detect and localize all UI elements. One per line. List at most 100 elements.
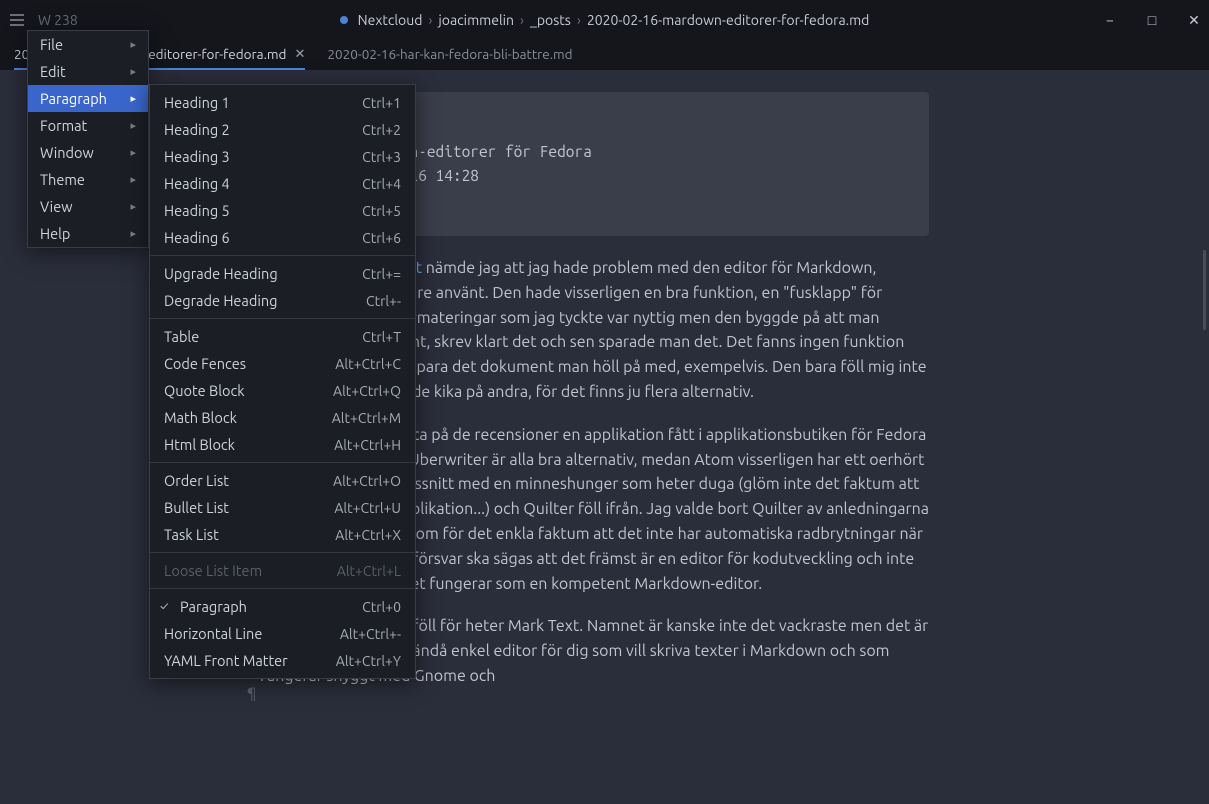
crumb-1[interactable]: joacimmelin: [438, 12, 514, 28]
submenu-item-yaml-front-matter[interactable]: YAML Front Matter Alt+Ctrl+Y: [150, 647, 415, 674]
chevron-right-icon: ▸: [130, 65, 136, 78]
submenu-item-label: Math Block: [164, 409, 237, 426]
submenu-item-label: Heading 3: [164, 148, 230, 165]
window-minimize-button[interactable]: −: [1103, 12, 1117, 28]
menu-item-file[interactable]: File▸: [28, 31, 148, 58]
submenu-item-bullet-list[interactable]: Bullet ListAlt+Ctrl+U: [150, 494, 415, 521]
submenu-item-label: Upgrade Heading: [164, 265, 278, 282]
submenu-item-label: Degrade Heading: [164, 292, 278, 309]
chevron-right-icon: ▸: [130, 200, 136, 213]
menu-item-edit[interactable]: Edit ▸: [28, 58, 148, 85]
menu-item-paragraph[interactable]: Paragraph▸: [28, 85, 148, 112]
submenu-item-table[interactable]: TableCtrl+T: [150, 323, 415, 350]
menu-separator: [150, 462, 415, 463]
submenu-item-label: Html Block: [164, 436, 235, 453]
word-count: W 238: [38, 12, 78, 28]
tab-bar: 2020-02-16-mardown-editorer-for-fedora.m…: [0, 40, 1209, 70]
shortcut-label: Alt+Ctrl+H: [334, 437, 401, 453]
main-menu: File▸Edit▸Paragraph▸Format▸Window▸Theme▸…: [27, 30, 149, 248]
submenu-item-heading-6[interactable]: Heading 6 Ctrl+6: [150, 224, 415, 251]
shortcut-label: Alt+Ctrl+L: [337, 563, 401, 579]
menu-separator: [150, 552, 415, 553]
submenu-item-label: Heading 6: [164, 229, 230, 246]
submenu-item-order-list[interactable]: Order ListAlt+Ctrl+O: [150, 467, 415, 494]
menu-item-label: View: [40, 198, 72, 215]
window-close-button[interactable]: ✕: [1187, 12, 1201, 29]
chevron-right-icon: ▸: [130, 227, 136, 240]
submenu-item-quote-block[interactable]: Quote BlockAlt+Ctrl+Q: [150, 377, 415, 404]
submenu-item-label: YAML Front Matter: [164, 652, 288, 669]
submenu-item-heading-4[interactable]: Heading 4 Ctrl+4: [150, 170, 415, 197]
tab-1[interactable]: 2020-02-16-har-kan-fedora-bli-battre.md: [327, 40, 572, 70]
chevron-right-icon: ▸: [130, 119, 136, 132]
submenu-item-upgrade-heading[interactable]: Upgrade Heading Ctrl+=: [150, 260, 415, 287]
shortcut-label: Alt+Ctrl+C: [335, 356, 401, 372]
shortcut-label: Ctrl+2: [362, 122, 401, 138]
shortcut-label: Alt+Ctrl+X: [335, 527, 401, 543]
shortcut-label: Alt+Ctrl+Y: [336, 653, 401, 669]
menu-item-theme[interactable]: Theme▸: [28, 166, 148, 193]
shortcut-label: Alt+Ctrl+-: [340, 626, 401, 642]
submenu-item-degrade-heading[interactable]: Degrade Heading Ctrl+-: [150, 287, 415, 314]
menu-item-window[interactable]: Window ▸: [28, 139, 148, 166]
chevron-right-icon: ▸: [130, 146, 136, 159]
titlebar: W 238 Nextcloud › joacimmelin › _posts ›…: [0, 0, 1209, 40]
submenu-item-label: Heading 5: [164, 202, 230, 219]
crumb-0[interactable]: Nextcloud: [358, 12, 423, 28]
menu-item-help[interactable]: Help ▸: [28, 220, 148, 247]
submenu-item-heading-2[interactable]: Heading 2 Ctrl+2: [150, 116, 415, 143]
close-icon[interactable]: ✕: [294, 47, 305, 62]
submenu-item-heading-5[interactable]: Heading 5 Ctrl+5: [150, 197, 415, 224]
menu-item-label: Format: [40, 117, 87, 134]
menu-separator: [150, 318, 415, 319]
shortcut-label: Ctrl+-: [366, 293, 401, 309]
submenu-item-task-list[interactable]: Task List Alt+Ctrl+X: [150, 521, 415, 548]
shortcut-label: Ctrl+6: [362, 230, 401, 246]
crumb-3[interactable]: 2020-02-16-mardown-editorer-for-fedora.m…: [587, 12, 870, 28]
submenu-item-label: Task List: [164, 526, 219, 543]
shortcut-label: Ctrl+3: [362, 149, 401, 165]
menu-item-label: Edit: [40, 63, 66, 80]
chevron-right-icon: ▸: [130, 38, 136, 51]
menu-item-format[interactable]: Format ▸: [28, 112, 148, 139]
submenu-item-label: Loose List Item: [164, 562, 262, 579]
submenu-item-code-fences[interactable]: Code Fences Alt+Ctrl+C: [150, 350, 415, 377]
submenu-item-heading-1[interactable]: Heading 1Ctrl+1: [150, 89, 415, 116]
submenu-item-label: Heading 4: [164, 175, 230, 192]
paragraph-submenu: Heading 1Ctrl+1 Heading 2 Ctrl+2 Heading 3 C…: [149, 84, 416, 679]
shortcut-label: Alt+Ctrl+U: [334, 500, 401, 516]
submenu-item-paragraph[interactable]: ✓ParagraphCtrl+0: [150, 593, 415, 620]
crumb-2[interactable]: _posts: [530, 12, 571, 28]
submenu-item-label: Quote Block: [164, 382, 245, 399]
submenu-item-label: Heading 1: [164, 94, 230, 111]
submenu-item-horizontal-line[interactable]: Horizontal LineAlt+Ctrl+-: [150, 620, 415, 647]
shortcut-label: Ctrl+=: [362, 266, 401, 282]
shortcut-label: Ctrl+4: [362, 176, 401, 192]
tab-label: 2020-02-16-har-kan-fedora-bli-battre.md: [327, 46, 572, 62]
submenu-item-html-block[interactable]: Html Block Alt+Ctrl+H: [150, 431, 415, 458]
chevron-right-icon: ▸: [130, 92, 136, 105]
pilcrow-icon: ¶: [247, 684, 256, 701]
menu-item-label: Help: [40, 225, 70, 242]
chevron-right-icon: ›: [520, 12, 524, 28]
submenu-item-heading-3[interactable]: Heading 3 Ctrl+3: [150, 143, 415, 170]
submenu-item-label: Code Fences: [164, 355, 246, 372]
chevron-right-icon: ›: [577, 12, 581, 28]
menu-item-label: Window: [40, 144, 94, 161]
submenu-item-math-block[interactable]: Math BlockAlt+Ctrl+M: [150, 404, 415, 431]
scrollbar-thumb[interactable]: [1203, 250, 1206, 330]
modified-dot-icon: [340, 16, 348, 24]
submenu-item-label: Heading 2: [164, 121, 230, 138]
submenu-item-label: Order List: [164, 472, 229, 489]
shortcut-label: Ctrl+T: [362, 329, 401, 345]
menu-separator: [150, 255, 415, 256]
shortcut-label: Ctrl+5: [362, 203, 401, 219]
window-controls: − □ ✕: [1103, 12, 1201, 29]
check-icon: ✓: [160, 600, 174, 613]
menu-icon[interactable]: [8, 11, 26, 29]
breadcrumb: Nextcloud › joacimmelin › _posts › 2020-…: [0, 12, 1209, 28]
window-maximize-button[interactable]: □: [1145, 12, 1159, 28]
menu-item-view[interactable]: View ▸: [28, 193, 148, 220]
chevron-right-icon: ▸: [130, 173, 136, 186]
menu-separator: [150, 588, 415, 589]
